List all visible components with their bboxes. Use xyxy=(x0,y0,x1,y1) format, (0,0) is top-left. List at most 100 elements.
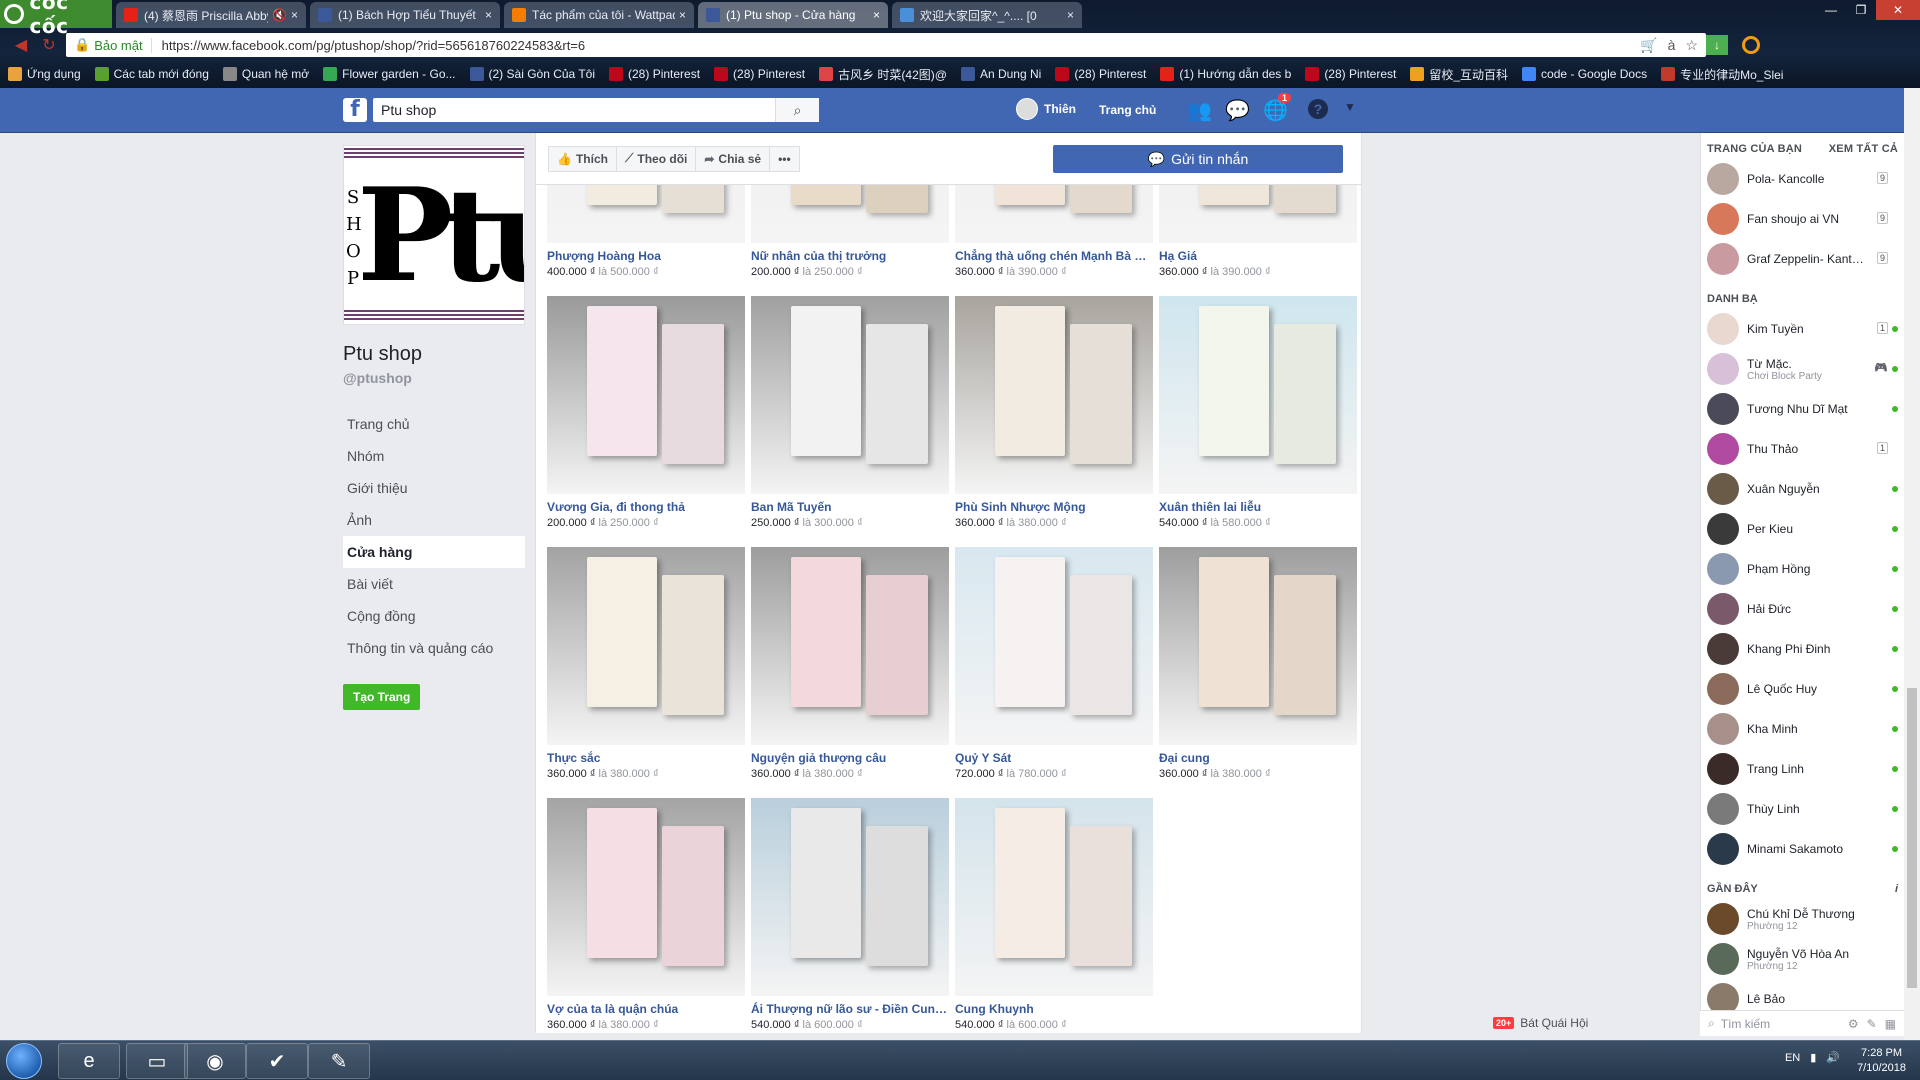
paint-icon[interactable]: ✎ xyxy=(308,1043,370,1079)
bookmark-item[interactable]: 留校_互动百科 xyxy=(1410,66,1508,83)
browser-tab[interactable]: 欢迎大家回家^_^.... [0 × xyxy=(892,2,1082,28)
bookmark-item[interactable]: (1) Hướng dẫn des b xyxy=(1160,67,1291,81)
contact-item[interactable]: Thùy Linh xyxy=(1701,789,1904,829)
product-image[interactable] xyxy=(955,547,1153,745)
contact-item[interactable]: Nguyễn Võ Hòa An Phường 12 xyxy=(1701,939,1904,979)
contact-item[interactable]: Tương Nhu Dĩ Mạt xyxy=(1701,389,1904,429)
product-image[interactable] xyxy=(1159,296,1357,494)
language-indicator[interactable]: EN xyxy=(1785,1052,1800,1064)
contact-item[interactable]: Thu Thảo 1 xyxy=(1701,429,1904,469)
contact-item[interactable]: Kim Tuyền 1 xyxy=(1701,309,1904,349)
bookmark-item[interactable]: Các tab mới đóng xyxy=(94,67,209,81)
nav-item[interactable]: Cộng đồng xyxy=(343,600,525,632)
bookmark-item[interactable]: (28) Pinterest xyxy=(609,67,700,81)
minimize-icon[interactable]: — xyxy=(1816,0,1846,20)
file-explorer-icon[interactable]: ▭ xyxy=(126,1043,188,1079)
product-name[interactable]: Xuân thiên lai liễu xyxy=(1159,500,1357,514)
mute-icon[interactable]: 🔇 xyxy=(272,8,287,22)
bookmark-item[interactable]: Quan hệ mở xyxy=(222,67,309,81)
chat-tab[interactable]: 20+ Bát Quái Hội xyxy=(1493,1016,1588,1030)
contact-item[interactable]: Phạm Hồng xyxy=(1701,549,1904,589)
product-image[interactable] xyxy=(751,547,949,745)
product-card[interactable]: Xuân thiên lai liễu 540.000 ₫ là 580.000 … xyxy=(1159,296,1357,529)
product-name[interactable]: Quỷ Y Sát xyxy=(955,751,1153,765)
product-name[interactable]: Thực sắc xyxy=(547,751,745,765)
reload-icon[interactable]: ↻ xyxy=(38,34,60,56)
nav-item[interactable]: Cửa hàng xyxy=(343,536,525,568)
product-name[interactable]: Ban Mã Tuyến xyxy=(751,500,949,514)
product-name[interactable]: Hạ Giá xyxy=(1159,249,1357,263)
browser-tab[interactable]: (1) Ptu shop - Cửa hàng × xyxy=(698,2,888,28)
product-card[interactable]: Phù Sinh Nhược Mộng 360.000 ₫ là 380.000 … xyxy=(955,296,1153,529)
product-image[interactable] xyxy=(547,296,745,494)
maximize-icon[interactable]: ❐ xyxy=(1846,0,1876,20)
product-name[interactable]: Đại cung xyxy=(1159,751,1357,765)
product-card[interactable]: Quỷ Y Sát 720.000 ₫ là 780.000 ₫ xyxy=(955,547,1153,780)
bookmark-item[interactable]: Ứng dụng xyxy=(8,67,81,81)
close-window-icon[interactable]: ✕ xyxy=(1876,0,1920,20)
contact-item[interactable]: Trang Linh xyxy=(1701,749,1904,789)
browser-tab[interactable]: Tác phẩm của tôi - Wattpad × xyxy=(504,2,694,28)
product-name[interactable]: Phù Sinh Nhược Mộng xyxy=(955,500,1153,514)
page-title[interactable]: Ptu shop xyxy=(343,343,525,366)
browser-logo[interactable]: cốc cốc xyxy=(0,0,112,38)
notifications-icon[interactable]: 🌐 1 xyxy=(1263,93,1291,123)
chat-search-input[interactable]: ⌕ Tìm kiếm ⚙ ✎ ▦ xyxy=(1700,1010,1904,1036)
product-name[interactable]: Chẳng thà uống chén Mạnh Bà Thang xyxy=(955,249,1153,263)
product-image[interactable] xyxy=(751,296,949,494)
browser-tab[interactable]: (1) Bách Hợp Tiểu Thuyết × xyxy=(310,2,500,28)
settings-icon[interactable]: ⚙ xyxy=(1848,1017,1859,1031)
product-card[interactable]: Cung Khuynh 540.000 ₫ là 600.000 ₫ xyxy=(955,798,1153,1031)
contact-item[interactable]: Pola- Kancolle 9 xyxy=(1701,159,1904,199)
omnibox[interactable]: 🔒 Bảo mật https://www.facebook.com/pg/pt… xyxy=(66,33,1706,57)
product-name[interactable]: Phượng Hoàng Hoa xyxy=(547,249,745,263)
product-name[interactable]: Nữ nhân của thị trưởng xyxy=(751,249,949,263)
search-value[interactable]: Ptu shop xyxy=(381,102,436,118)
profile-link[interactable]: Thiên xyxy=(1016,98,1076,120)
product-name[interactable]: Vương Gia, đi thong thả xyxy=(547,500,745,514)
scrollbar-thumb[interactable] xyxy=(1907,688,1917,988)
bookmark-item[interactable]: (28) Pinterest xyxy=(714,67,805,81)
product-image[interactable] xyxy=(751,798,949,996)
search-icon[interactable]: ⌕ xyxy=(775,98,819,122)
nav-item[interactable]: Thông tin và quảng cáo xyxy=(343,632,525,664)
clock[interactable]: 7:28 PM 7/10/2018 xyxy=(1857,1046,1906,1076)
product-card[interactable]: Đại cung 360.000 ₫ là 380.000 ₫ xyxy=(1159,547,1357,780)
contact-item[interactable]: Chú Khỉ Dễ Thương Phường 12 xyxy=(1701,899,1904,939)
product-name[interactable]: Nguyện giả thượng câu xyxy=(751,751,949,765)
browser-tab[interactable]: (4) 蔡恩雨 Priscilla Abby 🔇 × xyxy=(116,2,306,28)
follow-button[interactable]: ⟋ Theo dõi xyxy=(615,145,697,172)
contact-item[interactable]: Xuân Nguyễn xyxy=(1701,469,1904,509)
product-card[interactable]: Thực sắc 360.000 ₫ là 380.000 ₫ xyxy=(547,547,745,780)
product-image[interactable] xyxy=(955,798,1153,996)
like-button[interactable]: 👍 Thích xyxy=(548,145,617,172)
back-icon[interactable]: ◀ xyxy=(10,34,32,56)
bookmark-item[interactable]: (28) Pinterest xyxy=(1305,67,1396,81)
group-icon[interactable]: ▦ xyxy=(1885,1017,1896,1031)
star-icon[interactable]: ☆ xyxy=(1685,37,1698,54)
more-button[interactable]: ••• xyxy=(769,145,800,172)
page-profile-picture[interactable]: SHOP Ptu xyxy=(343,145,525,325)
volume-icon[interactable]: 🔊 xyxy=(1826,1051,1840,1064)
facebook-logo-icon[interactable]: f xyxy=(343,98,367,122)
contact-item[interactable]: Per Kieu xyxy=(1701,509,1904,549)
checkmark-app-icon[interactable]: ✔ xyxy=(246,1043,308,1079)
close-tab-icon[interactable]: × xyxy=(485,8,492,22)
product-image[interactable] xyxy=(547,547,745,745)
nav-item[interactable]: Nhóm xyxy=(343,440,525,472)
nav-item[interactable]: Bài viết xyxy=(343,568,525,600)
contact-item[interactable]: Minami Sakamoto xyxy=(1701,829,1904,869)
download-icon[interactable]: ↓ xyxy=(1706,35,1728,55)
bookmark-item[interactable]: Flower garden - Go... xyxy=(323,67,456,81)
close-tab-icon[interactable]: × xyxy=(291,8,298,22)
create-page-button[interactable]: Tạo Trang xyxy=(343,684,421,710)
nav-item[interactable]: Trang chủ xyxy=(343,408,525,440)
friend-requests-icon[interactable]: 👥 xyxy=(1187,98,1212,123)
contact-item[interactable]: Kha Minh xyxy=(1701,709,1904,749)
cart-icon[interactable]: 🛒 xyxy=(1640,37,1657,54)
home-link[interactable]: Trang chủ xyxy=(1099,103,1156,117)
contact-item[interactable]: Khang Phi Đinh xyxy=(1701,629,1904,669)
coccoc-taskbar-icon[interactable]: ◉ xyxy=(184,1043,246,1079)
contact-item[interactable]: Graf Zeppelin- Kantai ... 9 xyxy=(1701,239,1904,279)
help-icon[interactable]: ? xyxy=(1308,99,1328,119)
